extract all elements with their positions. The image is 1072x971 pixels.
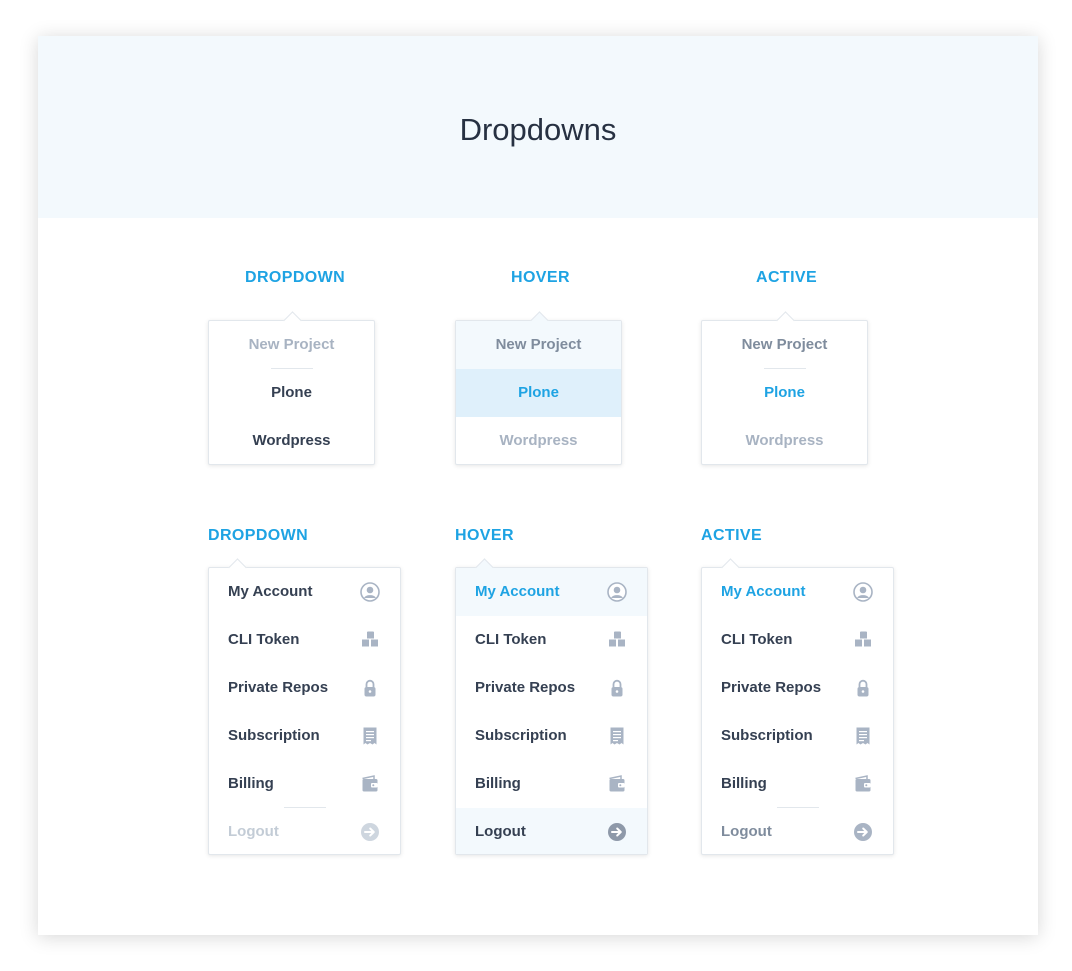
- menu-item-label: Logout: [475, 823, 526, 840]
- project-dropdown-hover: New Project Plone Wordpress: [455, 311, 622, 465]
- user-icon: [853, 582, 873, 602]
- section-label-active: ACTIVE: [701, 527, 763, 544]
- menu-item-logout[interactable]: Logout: [209, 808, 400, 856]
- lock-icon: [360, 678, 380, 698]
- menu-item-label: Logout: [721, 823, 772, 840]
- menu-item-my-account[interactable]: My Account: [702, 568, 893, 616]
- menu-item-subscription[interactable]: Subscription: [209, 712, 400, 760]
- menu-item-label: New Project: [741, 336, 828, 353]
- menu-item-label: Private Repos: [228, 679, 329, 696]
- section-label-active: ACTIVE: [756, 269, 818, 286]
- menu-item-label: Billing: [475, 775, 521, 792]
- menu-item-wordpress[interactable]: Wordpress: [209, 417, 374, 465]
- user-icon: [607, 582, 627, 602]
- lock-icon: [853, 678, 873, 698]
- section-label-hover: HOVER: [511, 269, 570, 286]
- page-title: Dropdowns: [459, 112, 617, 147]
- menu-item-label: CLI Token: [721, 631, 793, 648]
- menu-item-my-account[interactable]: My Account: [209, 568, 400, 616]
- menu-item-label: New Project: [495, 336, 582, 353]
- arrow-right-circle-icon: [360, 822, 380, 842]
- menu-item-billing[interactable]: Billing: [702, 760, 893, 808]
- account-dropdown-hover: My Account CLI Token Private Repos Subsc…: [455, 558, 648, 855]
- menu-item-logout[interactable]: Logout: [456, 808, 647, 854]
- section-label-hover: HOVER: [455, 527, 514, 544]
- menu-item-label: Wordpress: [499, 432, 578, 449]
- menu-item-label: My Account: [721, 583, 806, 600]
- menu-item-plone[interactable]: Plone: [702, 369, 867, 417]
- menu-item-label: Wordpress: [252, 432, 331, 449]
- section-label-dropdown: DROPDOWN: [208, 527, 309, 544]
- cubes-icon: [360, 630, 380, 650]
- menu-item-label: Plone: [518, 384, 559, 401]
- menu-item-billing[interactable]: Billing: [456, 760, 647, 808]
- menu-item-label: Subscription: [475, 727, 567, 744]
- menu-item-logout[interactable]: Logout: [702, 808, 893, 856]
- menu-item-label: Subscription: [228, 727, 320, 744]
- menu-item-plone[interactable]: Plone: [209, 369, 374, 417]
- arrow-right-circle-icon: [853, 822, 873, 842]
- wallet-icon: [853, 774, 873, 794]
- menu-item-label: Billing: [228, 775, 274, 792]
- menu-item-label: Logout: [228, 823, 279, 840]
- menu-item-private-repos[interactable]: Private Repos: [702, 664, 893, 712]
- account-dropdown-default: My Account CLI Token Private Repos Subsc…: [208, 558, 401, 856]
- menu-item-plone[interactable]: Plone: [456, 369, 621, 417]
- dropdowns-card: Dropdowns DROPDOWN HOVER ACTIVE New Proj…: [38, 36, 1038, 935]
- menu-item-cli-token[interactable]: CLI Token: [456, 616, 647, 664]
- menu-item-wordpress[interactable]: Wordpress: [702, 417, 867, 465]
- menu-item-label: CLI Token: [228, 631, 300, 648]
- menu-item-label: New Project: [248, 336, 335, 353]
- menu-item-subscription[interactable]: Subscription: [456, 712, 647, 760]
- menu-item-label: Subscription: [721, 727, 813, 744]
- user-icon: [360, 582, 380, 602]
- cubes-icon: [853, 630, 873, 650]
- menu-item-billing[interactable]: Billing: [209, 760, 400, 808]
- menu-item-label: Private Repos: [721, 679, 822, 696]
- menu-item-label: Private Repos: [475, 679, 576, 696]
- receipt-icon: [853, 726, 873, 746]
- menu-item-new-project[interactable]: New Project: [209, 321, 374, 369]
- menu-item-new-project[interactable]: New Project: [702, 321, 867, 369]
- menu-item-my-account[interactable]: My Account: [456, 568, 647, 616]
- page-header: Dropdowns: [38, 36, 1038, 218]
- menu-item-private-repos[interactable]: Private Repos: [209, 664, 400, 712]
- project-dropdown-default: New Project Plone Wordpress: [208, 311, 375, 465]
- menu-item-cli-token[interactable]: CLI Token: [209, 616, 400, 664]
- receipt-icon: [360, 726, 380, 746]
- menu-item-label: Wordpress: [745, 432, 824, 449]
- arrow-right-circle-icon: [607, 822, 627, 842]
- cubes-icon: [607, 630, 627, 650]
- menu-item-label: Plone: [271, 384, 312, 401]
- menu-item-wordpress[interactable]: Wordpress: [456, 417, 621, 465]
- menu-item-label: Billing: [721, 775, 767, 792]
- menu-item-label: Plone: [764, 384, 805, 401]
- wallet-icon: [360, 774, 380, 794]
- menu-item-private-repos[interactable]: Private Repos: [456, 664, 647, 712]
- menu-item-cli-token[interactable]: CLI Token: [702, 616, 893, 664]
- menu-item-new-project[interactable]: New Project: [456, 321, 621, 369]
- section-label-dropdown: DROPDOWN: [245, 269, 346, 286]
- receipt-icon: [607, 726, 627, 746]
- lock-icon: [607, 678, 627, 698]
- menu-item-label: My Account: [475, 583, 560, 600]
- menu-item-label: CLI Token: [475, 631, 547, 648]
- project-dropdown-active: New Project Plone Wordpress: [701, 311, 868, 465]
- account-dropdown-active: My Account CLI Token Private Repos Subsc…: [701, 558, 894, 856]
- menu-item-label: My Account: [228, 583, 313, 600]
- menu-item-subscription[interactable]: Subscription: [702, 712, 893, 760]
- wallet-icon: [607, 774, 627, 794]
